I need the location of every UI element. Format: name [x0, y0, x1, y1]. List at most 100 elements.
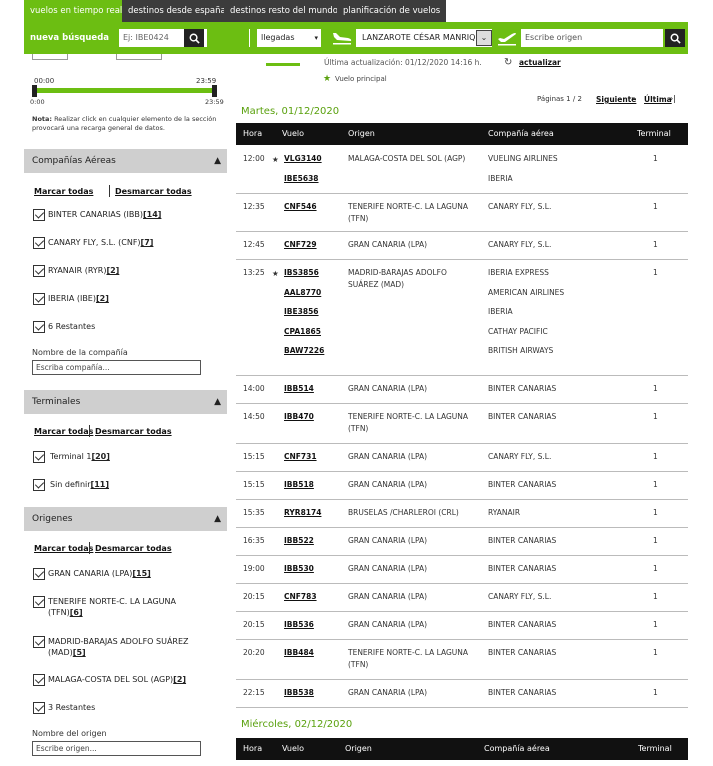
- flight-number-link[interactable]: CPA1865: [284, 326, 321, 338]
- slider-handle-right[interactable]: [212, 85, 217, 97]
- table-row[interactable]: 20:20 IBB484 TENERIFE NORTE-C. LA LAGUNA (…: [236, 640, 688, 680]
- airport-select[interactable]: LANZAROTE CÉSAR MANRIQUE: [356, 29, 492, 47]
- terminals-section-header[interactable]: Terminales ▲: [24, 390, 227, 414]
- refresh-link[interactable]: actualizar: [519, 58, 561, 67]
- origin-checkbox-remaining[interactable]: 3 Restantes: [33, 702, 218, 714]
- flight-number-link[interactable]: CNF729: [284, 239, 317, 251]
- flight-number-link[interactable]: IBE5638: [284, 173, 319, 185]
- terminal-checkbox-t1[interactable]: Terminal 1[20]: [33, 451, 218, 463]
- terminal-checkbox-undefined[interactable]: Sin definir[11]: [33, 479, 218, 491]
- table-row[interactable]: 14:50 IBB470 TENERIFE NORTE-C. LA LAGUNA (…: [236, 404, 688, 444]
- table-row[interactable]: 15:35 RYR8174 BRUSELAS /CHARLEROI (CRL) RYA…: [236, 500, 688, 528]
- table-row[interactable]: 22:15 IBB538 GRAN CANARIA (LPA) BINTER CANA…: [236, 680, 688, 708]
- last-page-link[interactable]: Última: [644, 95, 672, 104]
- flight-number-link[interactable]: IBB484: [284, 647, 314, 659]
- table-row[interactable]: 20:15 IBB536 GRAN CANARIA (LPA) BINTER CANA…: [236, 612, 688, 640]
- checkbox[interactable]: [33, 479, 45, 491]
- airline-count[interactable]: [2]: [106, 266, 119, 275]
- flight-number-link[interactable]: VLG3140: [284, 153, 322, 165]
- checkbox[interactable]: [33, 265, 45, 277]
- checkbox[interactable]: [33, 568, 45, 580]
- checkbox[interactable]: [33, 321, 45, 333]
- airlines-unmark-all-link[interactable]: Desmarcar todas: [115, 187, 192, 196]
- airline-count[interactable]: [7]: [141, 238, 154, 247]
- slider-handle-left[interactable]: [32, 85, 37, 97]
- direction-select[interactable]: llegadas ▾: [257, 29, 321, 47]
- flight-number-link[interactable]: IBB530: [284, 563, 314, 575]
- flight-number-link[interactable]: IBB538: [284, 687, 314, 699]
- terminal-count[interactable]: [20]: [91, 452, 109, 461]
- origin-checkbox-lpa[interactable]: GRAN CANARIA (LPA)[15]: [33, 568, 218, 580]
- terminal-count[interactable]: [11]: [91, 480, 109, 489]
- flight-number-link[interactable]: IBB536: [284, 619, 314, 631]
- airline-checkbox-ryr[interactable]: RYANAIR (RYR)[2]: [33, 265, 218, 277]
- flight-number-link[interactable]: IBB518: [284, 479, 314, 491]
- terminals-unmark-all-link[interactable]: Desmarcar todas: [95, 427, 172, 436]
- refresh-icon[interactable]: ↻: [504, 57, 512, 68]
- airport-dropdown-toggle[interactable]: ⌄: [476, 30, 492, 46]
- checkbox[interactable]: [33, 237, 45, 249]
- airline-checkbox-ibe[interactable]: IBERIA (IBE)[2]: [33, 293, 218, 305]
- tab-flight-planning[interactable]: planificación de vuelos: [337, 0, 447, 22]
- tab-world-destinations[interactable]: destinos resto del mundo: [224, 0, 345, 22]
- airlines-mark-all-link[interactable]: Marcar todas: [34, 187, 93, 196]
- table-row[interactable]: 12:00 VLG3140 IBE5638 ★ MALAGA-COSTA DEL SOL…: [236, 146, 688, 194]
- airline-checkbox-ibb[interactable]: BINTER CANARIAS (IBB)[14]: [33, 209, 218, 221]
- table-row[interactable]: 14:00 IBB514 GRAN CANARIA (LPA) BINTER CANA…: [236, 376, 688, 404]
- table-row[interactable]: 15:15 IBB518 GRAN CANARIA (LPA) BINTER CANA…: [236, 472, 688, 500]
- origin-checkbox-tfn[interactable]: TENERIFE NORTE-C. LA LAGUNA (TFN)[6]: [30, 596, 200, 618]
- airline-checkbox-cnf[interactable]: CANARY FLY, S.L. (CNF)[7]: [33, 237, 218, 249]
- table-row[interactable]: 15:15 CNF731 GRAN CANARIA (LPA) CANARY FLY,…: [236, 444, 688, 472]
- chevron-right-icon[interactable]: ›: [631, 94, 634, 103]
- origin-count[interactable]: [15]: [132, 569, 150, 578]
- checkbox[interactable]: [33, 702, 45, 714]
- origin-name-input[interactable]: Escribe origen...: [32, 741, 201, 756]
- tab-real-time[interactable]: vuelos en tiempo real: [24, 0, 129, 22]
- table-row[interactable]: 19:00 IBB530 GRAN CANARIA (LPA) BINTER CANA…: [236, 556, 688, 584]
- table-row[interactable]: 16:35 IBB522 GRAN CANARIA (LPA) BINTER CANA…: [236, 528, 688, 556]
- collapse-icon[interactable]: ▲: [214, 507, 221, 531]
- checkbox[interactable]: [33, 209, 45, 221]
- airline-count[interactable]: [14]: [143, 210, 161, 219]
- checkbox[interactable]: [33, 636, 45, 648]
- flight-number-link[interactable]: IBS3856: [284, 267, 319, 279]
- terminals-mark-all-link[interactable]: Marcar todas: [34, 427, 93, 436]
- flight-number-link[interactable]: CNF783: [284, 591, 317, 603]
- origins-mark-all-link[interactable]: Marcar todas: [34, 544, 93, 553]
- airline-checkbox-remaining[interactable]: 6 Restantes: [33, 321, 218, 333]
- origins-section-header[interactable]: Origenes ▲: [24, 507, 227, 531]
- flight-number-link[interactable]: IBB522: [284, 535, 314, 547]
- origin-count[interactable]: [5]: [73, 648, 86, 657]
- table-row[interactable]: 12:35 CNF546 TENERIFE NORTE-C. LA LAGUNA (…: [236, 194, 688, 232]
- checkbox[interactable]: [33, 451, 45, 463]
- checkbox[interactable]: [33, 674, 45, 686]
- flight-number-link[interactable]: IBB514: [284, 383, 314, 395]
- flight-number-link[interactable]: BAW7226: [284, 345, 324, 357]
- checkbox[interactable]: [33, 596, 45, 608]
- time-from-select[interactable]: [32, 54, 68, 60]
- collapse-icon[interactable]: ▲: [214, 149, 221, 173]
- flight-number-link[interactable]: AAL8770: [284, 287, 321, 299]
- airlines-section-header[interactable]: Compañías Aéreas ▲: [24, 149, 227, 173]
- origin-count[interactable]: [6]: [70, 608, 83, 617]
- table-row[interactable]: 20:15 CNF783 GRAN CANARIA (LPA) CANARY FLY,…: [236, 584, 688, 612]
- collapse-icon[interactable]: ▲: [214, 390, 221, 414]
- flight-number-link[interactable]: CNF546: [284, 201, 317, 213]
- flight-search-button[interactable]: [184, 29, 204, 47]
- origin-count[interactable]: [2]: [173, 675, 186, 684]
- origin-checkbox-agp[interactable]: MALAGA-COSTA DEL SOL (AGP)[2]: [33, 674, 218, 686]
- origin-input[interactable]: Escribe origen: [521, 29, 663, 47]
- last-page-icon[interactable]: ›|: [670, 94, 676, 103]
- table-row[interactable]: 12:45 CNF729 GRAN CANARIA (LPA) CANARY FLY,…: [236, 232, 688, 260]
- flight-number-link[interactable]: IBB470: [284, 411, 314, 423]
- origin-search-button[interactable]: [665, 29, 685, 47]
- airline-name-input[interactable]: Escriba compañía...: [32, 360, 201, 375]
- table-row[interactable]: 13:25 IBS3856 AAL8770 IBE3856 CPA1865 BAW7226…: [236, 260, 688, 376]
- origin-checkbox-mad[interactable]: MADRID-BARAJAS ADOLFO SUÁREZ (MAD)[5]: [30, 636, 200, 658]
- airline-count[interactable]: [2]: [96, 294, 109, 303]
- flight-number-link[interactable]: RYR8174: [284, 507, 321, 519]
- flight-number-link[interactable]: IBE3856: [284, 306, 319, 318]
- checkbox[interactable]: [33, 293, 45, 305]
- origins-unmark-all-link[interactable]: Desmarcar todas: [95, 544, 172, 553]
- flight-number-link[interactable]: CNF731: [284, 451, 317, 463]
